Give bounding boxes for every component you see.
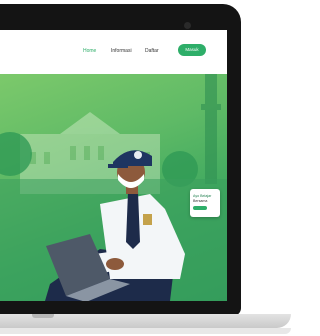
hero-card-line2: Bersama (193, 199, 208, 203)
hero-banner: Ayo Belajar Bersama (0, 74, 227, 301)
nav-link-home[interactable]: Home (83, 48, 96, 54)
laptop-mockup: Home Informasi Daftar Masuk Ayo Belajar … (0, 0, 291, 336)
webcam (184, 22, 191, 29)
laptop-screen: Home Informasi Daftar Masuk Ayo Belajar … (0, 30, 227, 301)
login-button[interactable]: Masuk (178, 44, 206, 56)
site-navbar: Home Informasi Daftar Masuk (0, 30, 227, 74)
hero-card-line1: Ayo Belajar (193, 194, 212, 198)
hero-illustration (0, 74, 227, 301)
nav-link-daftar[interactable]: Daftar (145, 48, 159, 54)
hero-info-card: Ayo Belajar Bersama (190, 189, 220, 217)
laptop-base-notch (32, 314, 54, 318)
hero-card-pill (193, 206, 207, 210)
tower-illustration (201, 74, 221, 184)
nav-link-informasi[interactable]: Informasi (111, 48, 132, 54)
laptop-base-shadow (0, 328, 291, 334)
